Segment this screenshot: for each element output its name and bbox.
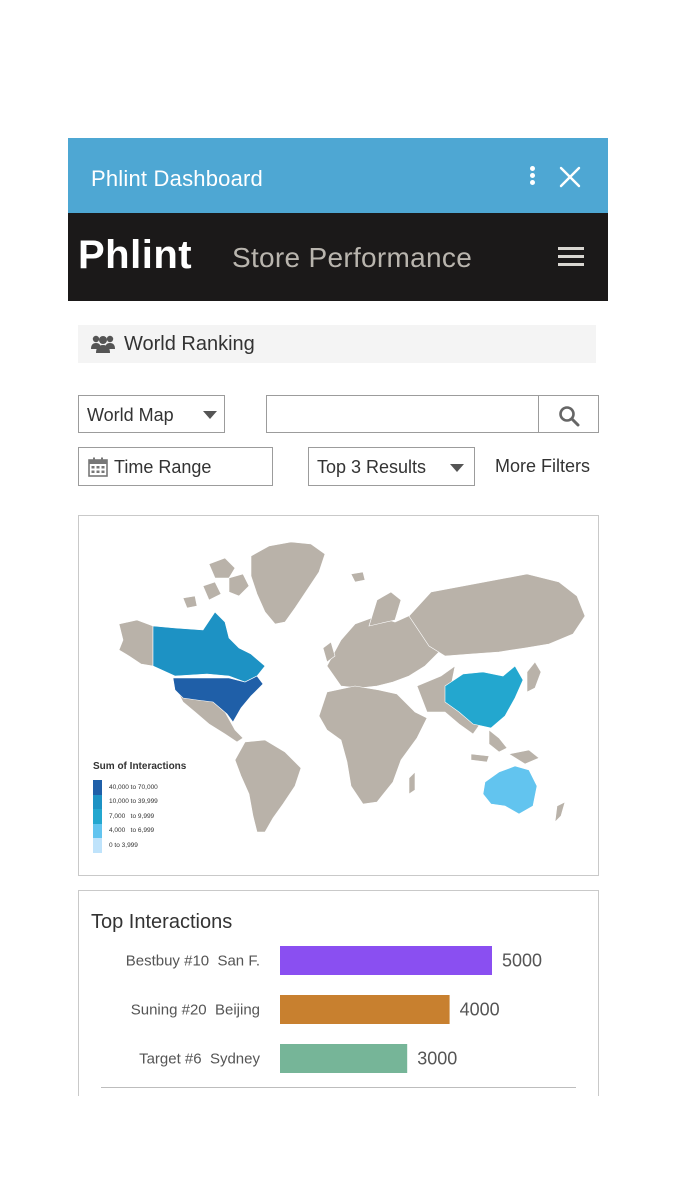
bar-category-label: Suning #20 Beijing bbox=[131, 1002, 260, 1019]
search-button[interactable] bbox=[538, 395, 599, 433]
region-south-america bbox=[234, 739, 302, 833]
world-map-panel: Sum of Interactions 40,000 to 70,000 10,… bbox=[78, 515, 599, 876]
legend-title: Sum of Interactions bbox=[93, 761, 187, 772]
bar[interactable] bbox=[280, 995, 450, 1024]
more-vertical-icon[interactable] bbox=[529, 166, 537, 186]
legend-label: 7,000 to 9,999 bbox=[109, 812, 155, 820]
time-range-picker[interactable]: Time Range bbox=[78, 447, 273, 486]
app-header: Phlint Store Performance bbox=[68, 213, 608, 301]
region-russia bbox=[408, 573, 586, 657]
view-select-value: World Map bbox=[87, 405, 174, 425]
region-greenland bbox=[250, 541, 326, 625]
search-icon bbox=[559, 406, 580, 427]
chart-baseline bbox=[101, 1087, 576, 1088]
calendar-icon bbox=[88, 457, 108, 477]
bar-value-label: 4000 bbox=[460, 1000, 500, 1020]
view-select[interactable]: World Map bbox=[78, 395, 225, 433]
bar[interactable] bbox=[280, 946, 492, 975]
legend-item: 10,000 to 39,999 bbox=[93, 794, 186, 809]
time-range-label: Time Range bbox=[114, 457, 212, 477]
top-interactions-panel: Top Interactions Bestbuy #10 San F. 5000 S… bbox=[78, 890, 599, 1096]
legend-item: 4,000 to 6,999 bbox=[93, 823, 186, 838]
bar-value-label: 5000 bbox=[502, 951, 542, 971]
caret-down-icon bbox=[203, 411, 217, 419]
more-filters-link[interactable]: More Filters bbox=[495, 456, 590, 477]
caret-down-icon bbox=[450, 464, 464, 472]
legend-item: 0 to 3,999 bbox=[93, 838, 186, 853]
legend-label: 0 to 3,999 bbox=[109, 841, 138, 849]
bar-category-label: Target #6 Sydney bbox=[139, 1051, 260, 1068]
legend-swatch bbox=[93, 780, 102, 795]
window-title: Phlint Dashboard bbox=[91, 166, 263, 191]
section-title: World Ranking bbox=[124, 333, 255, 355]
legend-item: 7,000 to 9,999 bbox=[93, 809, 186, 824]
map-legend: Sum of Interactions 40,000 to 70,000 10,… bbox=[93, 761, 186, 853]
brand-logo: Phlint bbox=[78, 233, 193, 277]
bar[interactable] bbox=[280, 1044, 408, 1073]
legend-swatch bbox=[93, 794, 102, 809]
legend-swatch bbox=[93, 838, 102, 853]
dashboard-window: Phlint Dashboard Phlint Store Performanc… bbox=[68, 138, 608, 1096]
legend-label: 40,000 to 70,000 bbox=[109, 783, 158, 791]
section-header: World Ranking bbox=[78, 325, 596, 363]
hamburger-menu-icon[interactable] bbox=[558, 247, 584, 267]
users-icon bbox=[91, 334, 115, 354]
legend-item: 40,000 to 70,000 bbox=[93, 780, 186, 795]
close-icon[interactable] bbox=[559, 166, 581, 188]
legend-label: 10,000 to 39,999 bbox=[109, 798, 158, 806]
page-title: Store Performance bbox=[232, 242, 473, 273]
title-bar: Phlint Dashboard bbox=[68, 138, 608, 213]
region-australia bbox=[482, 765, 538, 815]
region-canada bbox=[152, 611, 266, 683]
results-count-value: Top 3 Results bbox=[317, 457, 427, 477]
results-count-select[interactable]: Top 3 Results bbox=[308, 447, 475, 486]
bar-category-label: Bestbuy #10 San F. bbox=[126, 953, 260, 970]
legend-swatch bbox=[93, 823, 102, 838]
region-alaska bbox=[118, 619, 154, 667]
legend-swatch bbox=[93, 809, 102, 824]
top-interactions-chart: Bestbuy #10 San F. 5000 Suning #20 Beijing… bbox=[126, 946, 542, 1073]
bar-value-label: 3000 bbox=[417, 1049, 457, 1069]
legend-label: 4,000 to 6,999 bbox=[109, 827, 155, 835]
search-input[interactable] bbox=[266, 395, 539, 433]
